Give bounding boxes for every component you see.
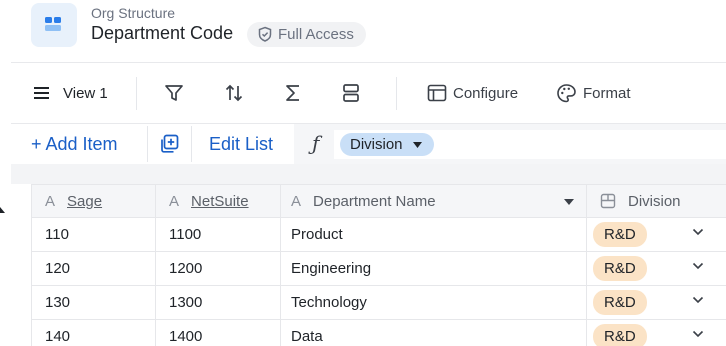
column-header-division[interactable]: Division: [587, 185, 726, 217]
formula-field-chip[interactable]: Division: [340, 133, 434, 156]
shield-icon: [258, 26, 272, 42]
text-field-icon: A: [169, 192, 180, 210]
text-field-icon: A: [291, 192, 302, 210]
division-cell[interactable]: R&D: [587, 286, 726, 319]
netsuite-cell[interactable]: 1400: [156, 320, 281, 346]
view-label: View 1: [63, 84, 108, 102]
chevron-down-icon[interactable]: [692, 296, 704, 304]
add-item-button[interactable]: + Add Item: [31, 124, 118, 164]
view-toolbar: View 1 Configure Format: [11, 63, 726, 123]
table-row[interactable]: 130 1300 Technology R&D: [31, 286, 726, 320]
left-gutter: [0, 62, 11, 346]
sort-icon[interactable]: [223, 82, 245, 104]
access-badge[interactable]: Full Access: [247, 22, 366, 47]
table-row[interactable]: 120 1200 Engineering R&D: [31, 252, 726, 286]
netsuite-cell[interactable]: 1300: [156, 286, 281, 319]
sage-cell[interactable]: 110: [31, 218, 156, 251]
toolbar-separator: [136, 77, 137, 110]
division-cell[interactable]: R&D: [587, 252, 726, 285]
configure-label: Configure: [453, 84, 519, 102]
format-label: Format: [583, 84, 631, 102]
function-icon: ƒ: [312, 131, 320, 155]
sage-cell[interactable]: 140: [31, 320, 156, 346]
configure-icon: [427, 84, 447, 102]
sage-cell[interactable]: 130: [31, 286, 156, 319]
column-label: NetSuite: [191, 192, 249, 210]
department-name-cell[interactable]: Data: [281, 320, 587, 346]
group-icon[interactable]: [340, 82, 362, 104]
chevron-down-icon[interactable]: [692, 330, 704, 338]
division-badge: R&D: [593, 222, 647, 247]
action-row: + Add Item Edit List ƒ Division: [11, 124, 726, 164]
sum-icon[interactable]: [282, 82, 304, 104]
department-name-cell[interactable]: Engineering: [281, 252, 587, 285]
sage-cell[interactable]: 120: [31, 252, 156, 285]
table-row[interactable]: 140 1400 Data R&D: [31, 320, 726, 346]
view-selector[interactable]: View 1: [33, 63, 108, 123]
column-header-sage[interactable]: A Sage: [31, 185, 156, 217]
palette-icon: [557, 83, 576, 102]
division-cell[interactable]: R&D: [587, 218, 726, 251]
formula-bar: ƒ Division: [294, 124, 726, 164]
page-header: Org Structure Department Code Full Acces…: [0, 0, 726, 62]
duplicate-icon[interactable]: [159, 134, 179, 154]
resize-handle-icon[interactable]: [0, 205, 6, 215]
column-label: Sage: [67, 192, 103, 210]
table-header: A Sage A NetSuite A Department Name Divi…: [31, 184, 726, 218]
text-field-icon: A: [45, 192, 56, 210]
division-cell[interactable]: R&D: [587, 320, 726, 346]
configure-button[interactable]: Configure: [427, 63, 518, 123]
access-label: Full Access: [278, 26, 354, 43]
table-row[interactable]: 110 1100 Product R&D: [31, 218, 726, 252]
grid-app-icon: [31, 3, 77, 47]
breadcrumb[interactable]: Org Structure: [91, 5, 175, 21]
column-label: Division: [628, 192, 681, 210]
division-badge: R&D: [593, 256, 647, 281]
chevron-down-icon[interactable]: [692, 262, 704, 270]
division-badge: R&D: [593, 290, 647, 315]
menu-icon: [34, 87, 49, 99]
edit-list-button[interactable]: Edit List: [209, 124, 273, 164]
filter-icon[interactable]: [163, 82, 185, 104]
action-separator: [147, 126, 148, 162]
netsuite-cell[interactable]: 1100: [156, 218, 281, 251]
chevron-down-icon[interactable]: [692, 228, 704, 236]
table-top-band: [11, 164, 726, 184]
caret-down-icon: [412, 141, 422, 148]
department-name-cell[interactable]: Technology: [281, 286, 587, 319]
formula-chip-label: Division: [350, 136, 403, 153]
page-title: Department Code: [91, 23, 234, 43]
column-label: Department Name: [313, 192, 436, 210]
caret-down-icon[interactable]: [564, 199, 574, 205]
column-header-department-name[interactable]: A Department Name: [281, 185, 587, 217]
division-badge: R&D: [593, 324, 647, 346]
netsuite-cell[interactable]: 1200: [156, 252, 281, 285]
column-header-netsuite[interactable]: A NetSuite: [156, 185, 281, 217]
department-name-cell[interactable]: Product: [281, 218, 587, 251]
action-separator: [191, 126, 192, 162]
toolbar-separator: [396, 77, 397, 110]
format-button[interactable]: Format: [556, 63, 631, 123]
layout-field-icon: [600, 193, 616, 209]
